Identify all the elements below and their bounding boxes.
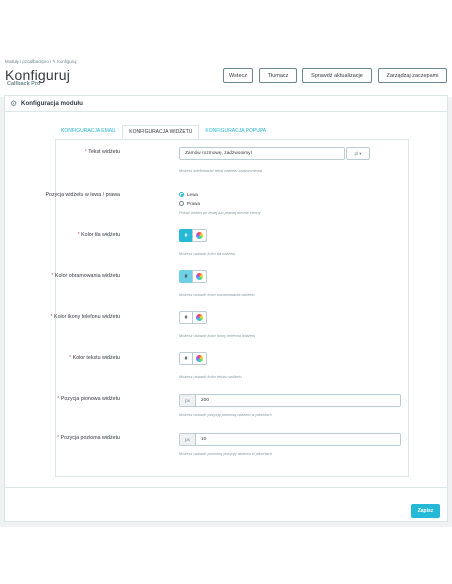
phone-icon-color-label: * Kolor ikony telefonu widżetu [50, 314, 120, 320]
bg-color-swatch[interactable]: # [179, 229, 192, 242]
config-panel: ⚙ Konfiguracja modułu KONFIGURACJA EMAIL… [4, 95, 448, 522]
border-color-label: * Kolor obramowania widżetu [51, 273, 120, 279]
radio-checked-icon [179, 192, 184, 197]
color-wheel-icon [196, 232, 203, 239]
panel-footer-divider [5, 487, 447, 488]
color-wheel-icon [196, 314, 203, 321]
widget-text-input[interactable]: Zamów rozmowę, zadzwonimy! [179, 147, 345, 160]
text-color-help: Możesz ustawić kolor tekstu widżetu [179, 374, 242, 379]
text-color-swatch[interactable]: # [179, 352, 192, 365]
cogs-icon: ⚙ [10, 99, 18, 108]
horizontal-pos-label: * Pozycja pozioma widżetu [56, 435, 120, 441]
tab-popup-config[interactable]: KONFIGURACJA POPUPA [199, 125, 272, 139]
language-dropdown[interactable]: pl ▾ [346, 147, 370, 160]
page-header: Moduły / pzcallbackpro / ✎ Konfiguruj Ko… [0, 56, 452, 96]
color-wheel-button[interactable] [192, 311, 207, 324]
phone-icon-color-picker[interactable]: # [179, 311, 207, 324]
bg-color-picker[interactable]: # [179, 229, 207, 242]
horizontal-pos-help: Możesz ustawić poziomą pozycję widżetu w… [179, 451, 272, 456]
text-color-picker[interactable]: # [179, 352, 207, 365]
bg-color-label: * Kolor tła widżetu [77, 232, 120, 238]
color-wheel-button[interactable] [192, 270, 207, 283]
px-unit-addon: px [180, 395, 196, 406]
border-color-swatch[interactable]: # [179, 270, 192, 283]
phone-icon-color-swatch[interactable]: # [179, 311, 192, 324]
vertical-pos-label: * Pozycja pionowa widżetu [57, 396, 120, 402]
back-button[interactable]: Wstecz [223, 68, 253, 83]
vertical-pos-value[interactable]: 200 [196, 395, 209, 406]
page-subtitle: Callback Pro [7, 81, 41, 87]
color-wheel-icon [196, 355, 203, 362]
widget-config-form: * Tekst widżetu Zamów rozmowę, zadzwonim… [46, 139, 409, 477]
vertical-pos-help: Możesz ustawić pozycję pionową widżetu w… [179, 412, 272, 417]
color-wheel-button[interactable] [192, 352, 207, 365]
panel-header: ⚙ Konfiguracja modułu [5, 96, 447, 112]
breadcrumb[interactable]: Moduły / pzcallbackpro / ✎ Konfiguruj [5, 59, 76, 65]
save-button[interactable]: Zapisz [411, 504, 440, 518]
widget-text-help: Możesz zdefiniować tekst widżetu zadzwon… [179, 168, 263, 173]
radio-right-label: Prawa [187, 201, 201, 206]
horizontal-pos-value[interactable]: 10 [196, 434, 206, 445]
horizontal-pos-input[interactable]: px 10 [179, 433, 401, 446]
radio-unchecked-icon [179, 201, 184, 206]
border-color-picker[interactable]: # [179, 270, 207, 283]
radio-left-label: Lewa [187, 192, 198, 197]
color-wheel-button[interactable] [192, 229, 207, 242]
widget-text-label: * Tekst widżetu [84, 149, 120, 155]
config-tabs: KONFIGURACJA EMAIL KONFIGURACJA WIDŻETU … [55, 125, 272, 139]
widget-position-help: Pokaż widżet po lewej lub prawej stronie… [179, 210, 261, 215]
tab-email-config[interactable]: KONFIGURACJA EMAIL [55, 125, 122, 139]
widget-position-label: Pozycja widżetu w lewa / prawa [45, 192, 120, 198]
bg-color-help: Możesz ustawić kolor tła widżetu [179, 251, 236, 256]
color-wheel-icon [196, 273, 203, 280]
translate-button[interactable]: Tłumacz [259, 68, 297, 83]
vertical-pos-input[interactable]: px 200 [179, 394, 401, 407]
phone-icon-color-help: Możesz ustawić kolor ikony telefonu widż… [179, 333, 256, 338]
radio-left[interactable]: Lewa [179, 192, 198, 197]
radio-right[interactable]: Prawa [179, 201, 200, 206]
panel-title: Konfiguracja modułu [21, 100, 83, 107]
px-unit-addon: px [180, 434, 196, 445]
check-update-button[interactable]: Sprawdź aktualizacje [302, 68, 372, 83]
border-color-help: Możesz ustawić kolor obramowania widżetu [179, 292, 255, 297]
tab-widget-config[interactable]: KONFIGURACJA WIDŻETU [122, 125, 200, 139]
text-color-label: * Kolor tekstu widżetu [69, 355, 120, 361]
manage-hooks-button[interactable]: Zarządzaj zaczepami [378, 68, 447, 83]
